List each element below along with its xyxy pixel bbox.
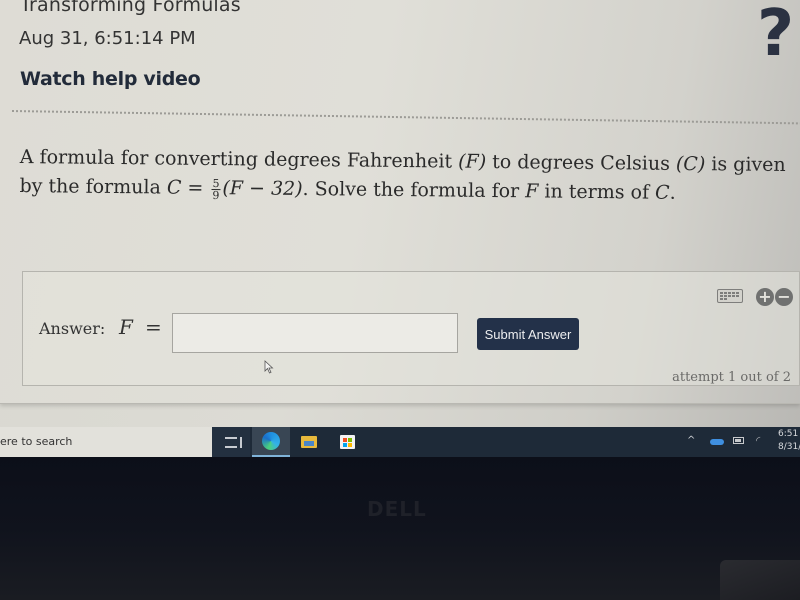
bezel-corner xyxy=(720,560,800,600)
answer-label: Answer: xyxy=(39,319,106,338)
timestamp: Aug 31, 6:51:14 PM xyxy=(19,28,196,49)
divider xyxy=(11,110,800,125)
zoom-out-icon[interactable]: − xyxy=(775,288,793,306)
monitor-bezel: DELL xyxy=(0,457,800,600)
store-taskbar-button[interactable] xyxy=(328,427,366,457)
attempt-counter: attempt 1 out of 2 xyxy=(672,370,791,385)
question-text: A formula for converting degrees Fahrenh… xyxy=(19,143,800,209)
tray-clock[interactable]: 6:51 P 8/31/2 xyxy=(778,428,800,454)
fraction-numerator: 5 xyxy=(211,176,221,190)
tray-time: 6:51 P xyxy=(778,429,800,439)
dell-logo: DELL xyxy=(367,497,427,521)
folder-icon xyxy=(301,436,317,448)
answer-equals: = xyxy=(145,315,162,339)
fraction-denominator: 9 xyxy=(212,188,220,202)
question-fragment: . xyxy=(669,181,676,204)
math-expression: (F − 32) xyxy=(222,177,303,200)
tray-chevron-up-icon[interactable]: ^ xyxy=(687,435,695,446)
tray-date: 8/31/2 xyxy=(778,442,800,452)
fraction-five-ninths: 59 xyxy=(211,176,221,202)
battery-icon[interactable] xyxy=(733,437,744,444)
screen: Transforming Formulas Aug 31, 6:51:14 PM… xyxy=(0,0,800,428)
taskbar-search-box[interactable]: ere to search xyxy=(0,427,212,457)
question-fragment: A formula for converting degrees Fahrenh… xyxy=(19,145,459,173)
mouse-cursor-icon xyxy=(264,360,274,374)
taskbar: ere to search ^ ◜ 6:51 P 8/31/2 xyxy=(0,427,800,457)
store-icon xyxy=(339,435,355,449)
math-C: C xyxy=(166,176,182,199)
help-question-icon[interactable]: ? xyxy=(757,2,794,66)
task-view-icon xyxy=(225,436,242,448)
wifi-icon[interactable]: ◜ xyxy=(756,434,760,447)
answer-panel: + − Answer: F = Submit Answer attempt 1 … xyxy=(22,271,800,386)
keyboard-icon[interactable] xyxy=(717,289,743,303)
answer-variable: F xyxy=(119,315,133,339)
assignment-page: Transforming Formulas Aug 31, 6:51:14 PM… xyxy=(0,0,800,404)
edge-taskbar-button[interactable] xyxy=(252,427,290,457)
edge-icon xyxy=(262,432,280,450)
file-explorer-taskbar-button[interactable] xyxy=(290,427,328,457)
watch-help-video-link[interactable]: Watch help video xyxy=(20,68,201,90)
assignment-title: Transforming Formulas xyxy=(20,0,241,16)
answer-input[interactable] xyxy=(172,313,458,353)
question-fragment: to degrees Celsius xyxy=(486,150,677,175)
task-view-button[interactable] xyxy=(212,427,250,457)
math-F: (F) xyxy=(458,150,487,173)
question-fragment: . Solve the formula for xyxy=(302,177,526,203)
math-C: (C) xyxy=(675,152,706,176)
math-C: C xyxy=(654,181,670,204)
math-F: F xyxy=(525,180,539,203)
onedrive-cloud-icon[interactable] xyxy=(710,439,724,445)
question-fragment: in terms of xyxy=(538,180,656,204)
submit-answer-button[interactable]: Submit Answer xyxy=(477,318,579,350)
math-equals: = xyxy=(181,176,210,199)
zoom-in-icon[interactable]: + xyxy=(756,288,774,306)
